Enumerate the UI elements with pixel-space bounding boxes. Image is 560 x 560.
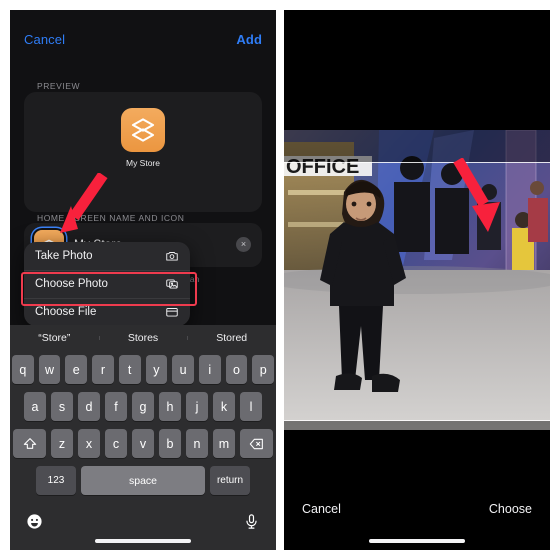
key-b[interactable]: b [159, 429, 181, 458]
left-phone-screen: Cancel Add PREVIEW My Store HOME SCREEN … [10, 10, 276, 550]
home-indicator-right [369, 539, 465, 543]
cancel-button[interactable]: Cancel [24, 32, 65, 47]
key-p[interactable]: p [252, 355, 275, 384]
menu-item-choose-photo[interactable]: Choose Photo [24, 270, 190, 298]
key-w[interactable]: w [38, 355, 61, 384]
menu-item-choose-file-label: Choose File [35, 306, 97, 318]
predictive-text-bar[interactable]: “Store” Stores Stored [10, 325, 276, 351]
photo-crop-viewport[interactable]: OFFICE [284, 130, 550, 430]
key-a[interactable]: a [24, 392, 46, 421]
key-o[interactable]: o [225, 355, 248, 384]
key-d[interactable]: d [78, 392, 100, 421]
key-i[interactable]: i [198, 355, 221, 384]
screenshot-root: Cancel Add PREVIEW My Store HOME SCREEN … [0, 0, 560, 560]
space-key[interactable]: space [81, 466, 205, 495]
choose-button[interactable]: Choose [489, 502, 532, 516]
home-indicator-left [95, 539, 191, 543]
key-r[interactable]: r [92, 355, 114, 384]
key-t[interactable]: t [118, 355, 141, 384]
menu-item-choose-file[interactable]: Choose File [24, 298, 190, 326]
prediction-2[interactable]: Stored [187, 332, 276, 344]
key-v[interactable]: v [132, 429, 154, 458]
navigation-bar: Cancel Add [10, 10, 276, 58]
crop-dim-top [284, 130, 550, 162]
key-z[interactable]: z [51, 429, 73, 458]
key-e[interactable]: e [65, 355, 88, 384]
add-button[interactable]: Add [236, 32, 262, 47]
crop-dim-bottom [284, 421, 550, 430]
prediction-0[interactable]: “Store” [10, 332, 99, 344]
photo-stack-icon [164, 277, 179, 292]
keyboard-row-3: z x c v b n m [12, 429, 274, 458]
preview-app-name: My Store [125, 158, 160, 168]
shift-icon[interactable] [13, 429, 46, 458]
keyboard-rows: q w e r t y u i o p a s d f g h j k l z … [10, 351, 276, 495]
home-screen-section-label: HOME SCREEN NAME AND ICON [37, 213, 185, 223]
photo-cancel-button[interactable]: Cancel [302, 502, 341, 516]
menu-item-take-photo-label: Take Photo [35, 250, 93, 262]
emoji-icon[interactable] [26, 513, 43, 535]
layers-icon [121, 108, 165, 152]
right-phone-screen: OFFICE Cancel Choose [284, 10, 550, 550]
key-x[interactable]: x [78, 429, 100, 458]
key-h[interactable]: h [159, 392, 181, 421]
keyboard-row-4: 123 space return [12, 466, 274, 495]
key-s[interactable]: s [51, 392, 73, 421]
menu-item-choose-photo-label: Choose Photo [35, 278, 108, 290]
menu-item-take-photo[interactable]: Take Photo [24, 242, 190, 270]
microphone-icon[interactable] [243, 513, 260, 535]
clear-text-button[interactable]: × [236, 237, 251, 252]
key-j[interactable]: j [186, 392, 208, 421]
selected-photo: OFFICE [284, 130, 550, 430]
photo-letterbox-top [284, 10, 550, 130]
key-f[interactable]: f [105, 392, 127, 421]
crop-guide-bottom [284, 420, 550, 421]
keyboard-row-1: q w e r t y u i o p [11, 355, 275, 384]
preview-section-label: PREVIEW [37, 81, 81, 91]
return-key[interactable]: return [210, 466, 250, 495]
key-q[interactable]: q [11, 355, 34, 384]
key-y[interactable]: y [145, 355, 168, 384]
crop-guide-top [284, 162, 550, 163]
numbers-key[interactable]: 123 [36, 466, 76, 495]
key-u[interactable]: u [172, 355, 194, 384]
key-g[interactable]: g [132, 392, 154, 421]
keyboard-bottom-row [10, 503, 276, 541]
key-c[interactable]: c [105, 429, 127, 458]
folder-icon [164, 305, 179, 320]
backspace-icon[interactable] [240, 429, 273, 458]
camera-icon [164, 249, 179, 264]
key-k[interactable]: k [213, 392, 235, 421]
key-m[interactable]: m [213, 429, 235, 458]
key-l[interactable]: l [240, 392, 262, 421]
preview-card: My Store [24, 92, 262, 212]
photo-source-context-menu[interactable]: Take Photo Choose Photo Choose File [24, 242, 190, 326]
keyboard-row-2: a s d f g h j k l [12, 392, 274, 421]
key-n[interactable]: n [186, 429, 208, 458]
prediction-1[interactable]: Stores [98, 332, 188, 344]
on-screen-keyboard[interactable]: “Store” Stores Stored q w e r t y u i o … [10, 325, 276, 550]
